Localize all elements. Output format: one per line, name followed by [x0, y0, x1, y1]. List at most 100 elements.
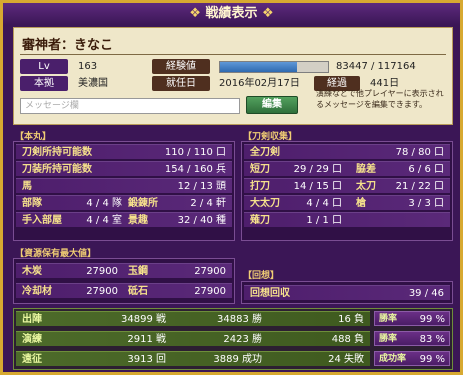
pair-label: 鍛錬所: [128, 198, 158, 209]
sword-type-value: 3 / 3 口: [408, 198, 444, 209]
pair-value: 4 / 4 隊: [86, 198, 122, 209]
row-value: 154 / 160 兵: [164, 164, 226, 175]
record-losses: 488 負: [331, 334, 364, 345]
battle-record-window: ❖ 戦績表示 ❖ 審神者：きなこ Lv 163 経験値 83447 / 1171…: [0, 0, 463, 375]
window-title: ❖ 戦績表示 ❖: [3, 3, 460, 25]
pair-value: 4 / 4 室: [86, 215, 122, 226]
row-value: 110 / 110 口: [164, 147, 226, 158]
record-losses: 24 失敗: [328, 354, 364, 365]
row-value: 12 / 13 頭: [177, 181, 226, 192]
honmaru-row: 刀装所持可能数 154 / 160 兵: [16, 161, 232, 176]
honmaru-pair-row: 部隊 4 / 4 隊 鍛錬所 2 / 4 軒: [16, 195, 232, 210]
sword-type-value: 21 / 22 口: [395, 181, 444, 192]
collection-row: 大太刀 4 / 4 口 槍 3 / 3 口: [244, 195, 450, 210]
pair-value: 32 / 40 種: [177, 215, 226, 226]
title-ornament-left-icon: ❖: [189, 6, 201, 21]
resource-label: 冷却材: [22, 286, 52, 297]
pair-label: 部隊: [22, 198, 42, 209]
record-wins: 34883 勝: [217, 314, 262, 325]
sword-type-label: 薙刀: [250, 215, 270, 226]
rate-label: 成功率: [379, 354, 407, 364]
sword-type-value: 14 / 15 口: [293, 181, 342, 192]
record-losses: 16 負: [338, 314, 364, 325]
profile-panel: 審神者：きなこ Lv 163 経験値 83447 / 117164 本拠 美濃国…: [13, 27, 453, 125]
collection-row: 短刀 29 / 29 口 脇差 6 / 6 口: [244, 161, 450, 176]
record-wins: 3889 成功: [213, 354, 262, 365]
rate-label: 勝率: [379, 314, 398, 324]
record-row: 出陣 34899 戦 34883 勝 16 負: [16, 311, 370, 326]
lv-value: 163: [78, 61, 98, 72]
pair-label: 景趣: [128, 215, 148, 226]
sword-type-label: 打刀: [250, 181, 270, 192]
recall-header: 【回想】: [243, 271, 280, 281]
rate-value: 83 %: [419, 334, 445, 345]
record-wins: 2423 勝: [223, 334, 262, 345]
recall-panel: 回想回収 39 / 46: [241, 281, 453, 304]
collection-row: 薙刀 1 / 1 口: [244, 212, 450, 227]
sword-type-label: 太刀: [356, 181, 376, 192]
resource-value: 27900: [194, 266, 226, 277]
record-row: 遠征 3913 回 3889 成功 24 失敗: [16, 351, 370, 366]
title-text: 戦績表示: [205, 6, 258, 21]
row-label: 刀装所持可能数: [22, 164, 92, 175]
recall-row: 回想回収 39 / 46: [244, 285, 450, 300]
honmaru-panel: 刀剣所持可能数 110 / 110 口 刀装所持可能数 154 / 160 兵 …: [13, 141, 235, 241]
exp-bar: [219, 61, 329, 73]
honmaru-row: 馬 12 / 13 頭: [16, 178, 232, 193]
total-label: 全刀剣: [250, 147, 280, 158]
record-label: 遠征: [22, 354, 42, 365]
sword-type-label: 槍: [356, 198, 366, 209]
message-note: 演練などで他プレイヤーに表示されるメッセージを編集できます。: [316, 89, 444, 109]
sword-type-label: 脇差: [356, 164, 376, 175]
rate-label: 勝率: [379, 334, 398, 344]
exp-label: 経験値: [152, 59, 210, 74]
exp-bar-fill: [220, 62, 297, 72]
total-value: 78 / 80 口: [395, 147, 444, 158]
recall-label: 回想回収: [250, 288, 290, 299]
exp-value: 83447 / 117164: [336, 61, 416, 72]
record-rate-box: 勝率 99 %: [374, 311, 450, 326]
rate-value: 99 %: [419, 354, 445, 365]
sword-type-label: 短刀: [250, 164, 270, 175]
resource-row: 冷却材 27900 砥石 27900: [16, 283, 232, 298]
record-battles: 2911 戦: [127, 334, 166, 345]
rate-value: 99 %: [419, 314, 445, 325]
row-label: 刀剣所持可能数: [22, 147, 92, 158]
sword-type-value: 4 / 4 口: [306, 198, 342, 209]
collection-total-row: 全刀剣 78 / 80 口: [244, 144, 450, 159]
message-input[interactable]: メッセージ欄: [20, 98, 240, 114]
start-label: 就任日: [152, 76, 210, 91]
record-rate-box: 勝率 83 %: [374, 331, 450, 346]
start-value: 2016年02月17日: [219, 78, 300, 89]
records-panel: 出陣 34899 戦 34883 勝 16 負 勝率 99 % 演練 2911 …: [13, 308, 453, 370]
resource-label: 玉鋼: [128, 266, 148, 277]
record-battles: 3913 回: [127, 354, 166, 365]
resources-panel: 木炭 27900 玉鋼 27900 冷却材 27900 砥石 27900: [13, 258, 235, 304]
pair-value: 2 / 4 軒: [190, 198, 226, 209]
row-label: 馬: [22, 181, 32, 192]
lv-label: Lv: [20, 59, 68, 74]
sword-type-label: 大太刀: [250, 198, 280, 209]
resource-label: 砥石: [128, 286, 148, 297]
sword-type-value: 6 / 6 口: [408, 164, 444, 175]
resource-value: 27900: [194, 286, 226, 297]
home-label: 本拠: [20, 76, 68, 91]
edit-button[interactable]: 編集: [246, 96, 298, 114]
record-label: 演練: [22, 334, 42, 345]
title-ornament-right-icon: ❖: [262, 6, 274, 21]
home-value: 美濃国: [78, 78, 108, 89]
record-battles: 34899 戦: [121, 314, 166, 325]
pair-label: 手入部屋: [22, 215, 62, 226]
resource-value: 27900: [86, 286, 118, 297]
collection-panel: 全刀剣 78 / 80 口 短刀 29 / 29 口 脇差 6 / 6 口 打刀…: [241, 141, 453, 241]
honmaru-row: 刀剣所持可能数 110 / 110 口: [16, 144, 232, 159]
resource-value: 27900: [86, 266, 118, 277]
sword-type-value: 29 / 29 口: [293, 164, 342, 175]
record-label: 出陣: [22, 314, 42, 325]
sword-type-value: 1 / 1 口: [306, 215, 342, 226]
resource-row: 木炭 27900 玉鋼 27900: [16, 263, 232, 278]
record-row: 演練 2911 戦 2423 勝 488 負: [16, 331, 370, 346]
record-rate-box: 成功率 99 %: [374, 351, 450, 366]
honmaru-pair-row: 手入部屋 4 / 4 室 景趣 32 / 40 種: [16, 212, 232, 227]
resource-label: 木炭: [22, 266, 42, 277]
